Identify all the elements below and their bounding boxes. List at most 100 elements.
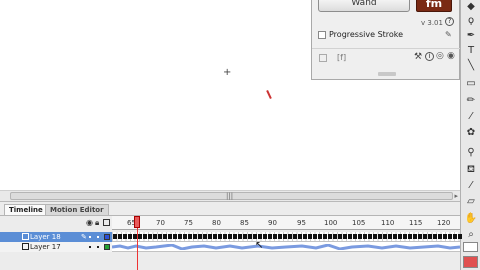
keyframe[interactable] xyxy=(138,234,142,239)
keyframe[interactable] xyxy=(188,234,192,239)
keyframe[interactable] xyxy=(388,234,392,239)
keyframe[interactable] xyxy=(163,234,167,239)
option-checkbox[interactable] xyxy=(319,54,327,62)
keyframe[interactable] xyxy=(278,234,282,239)
keyframe[interactable] xyxy=(128,234,132,239)
keyframe[interactable] xyxy=(263,234,267,239)
keyframe[interactable] xyxy=(288,234,292,239)
keyframe[interactable] xyxy=(313,234,317,239)
keyframe[interactable] xyxy=(198,234,202,239)
eyedropper-icon[interactable]: ⁄ xyxy=(462,179,480,193)
keyframe[interactable] xyxy=(423,234,427,239)
keyframe[interactable] xyxy=(353,234,357,239)
keyframe[interactable] xyxy=(283,234,287,239)
text-icon[interactable]: T xyxy=(462,44,480,58)
progressive-stroke-checkbox[interactable] xyxy=(318,31,326,39)
subselect-icon[interactable]: ◆ xyxy=(462,0,480,14)
keyframe[interactable] xyxy=(453,234,457,239)
tab-timeline[interactable]: Timeline xyxy=(4,204,48,215)
visibility-dot[interactable] xyxy=(89,246,91,248)
lock-dot[interactable] xyxy=(97,246,99,248)
line-icon[interactable]: ╲ xyxy=(462,59,480,73)
keyframe[interactable] xyxy=(248,234,252,239)
keyframe[interactable] xyxy=(323,234,327,239)
keyframe[interactable] xyxy=(238,234,242,239)
help-icon[interactable]: ? xyxy=(445,17,454,26)
eraser-icon[interactable]: ▱ xyxy=(462,195,480,209)
keyframe[interactable] xyxy=(368,234,372,239)
hand-icon[interactable]: ✋ xyxy=(462,212,480,226)
frame-track[interactable] xyxy=(112,232,462,242)
horizontal-scrollbar[interactable]: ||| ▸ xyxy=(0,190,460,201)
keyframe[interactable] xyxy=(458,234,462,239)
keyframe[interactable] xyxy=(208,234,212,239)
layer-color-box[interactable] xyxy=(104,244,110,250)
keyframe[interactable] xyxy=(383,234,387,239)
lock-icon[interactable]: 🔒︎ xyxy=(95,218,99,228)
keyframe[interactable] xyxy=(363,234,367,239)
settings-icon[interactable]: ◉ xyxy=(447,51,455,61)
bone-icon[interactable]: ⚲ xyxy=(462,146,480,160)
wand-button[interactable]: Wand xyxy=(318,0,410,12)
keyframe[interactable] xyxy=(418,234,422,239)
tab-motion-editor[interactable]: Motion Editor xyxy=(45,204,109,215)
frame-ruler[interactable]: 65 70 75 80 85 90 95 100 105 110 115 120 xyxy=(112,216,460,230)
keyframe[interactable] xyxy=(223,234,227,239)
keyframe[interactable] xyxy=(228,234,232,239)
keyframe[interactable] xyxy=(303,234,307,239)
pencil-icon[interactable]: ✏ xyxy=(462,94,480,108)
keyframe[interactable] xyxy=(203,234,207,239)
outline-icon[interactable] xyxy=(103,219,110,226)
keyframe[interactable] xyxy=(253,234,257,239)
keyframe[interactable] xyxy=(373,234,377,239)
playhead-marker[interactable] xyxy=(134,216,140,228)
keyframe[interactable] xyxy=(408,234,412,239)
keyframe[interactable] xyxy=(233,234,237,239)
keyframe[interactable] xyxy=(403,234,407,239)
deco-icon[interactable]: ✿ xyxy=(462,126,480,140)
keyframe[interactable] xyxy=(318,234,322,239)
layer-header-18[interactable]: Layer 18 ✎ xyxy=(0,232,112,242)
keyframe[interactable] xyxy=(393,234,397,239)
lasso-icon[interactable]: ϙ xyxy=(462,14,480,28)
keyframe[interactable] xyxy=(258,234,262,239)
keyframe[interactable] xyxy=(158,234,162,239)
keyframe[interactable] xyxy=(243,234,247,239)
keyframe[interactable] xyxy=(153,234,157,239)
wrench-icon[interactable]: ⚒ xyxy=(414,52,422,62)
keyframe[interactable] xyxy=(448,234,452,239)
keyframe[interactable] xyxy=(143,234,147,239)
keyframe[interactable] xyxy=(173,234,177,239)
keyframe[interactable] xyxy=(333,234,337,239)
keyframe[interactable] xyxy=(183,234,187,239)
lock-dot[interactable] xyxy=(97,236,99,238)
keyframe[interactable] xyxy=(338,234,342,239)
rectangle-icon[interactable]: ▭ xyxy=(462,77,480,91)
globe-icon[interactable]: ◎ xyxy=(436,51,444,61)
keyframe[interactable] xyxy=(358,234,362,239)
paint-bucket-icon[interactable]: ⛾ xyxy=(462,163,480,177)
info-icon[interactable]: i xyxy=(425,52,434,61)
eye-icon[interactable]: ◉ xyxy=(86,218,93,227)
keyframe[interactable] xyxy=(218,234,222,239)
panel-resize-handle[interactable] xyxy=(378,72,396,76)
pin-icon[interactable]: ✎ xyxy=(445,30,452,39)
keyframe[interactable] xyxy=(298,234,302,239)
scroll-right-arrow-icon[interactable]: ▸ xyxy=(454,192,458,200)
keyframe[interactable] xyxy=(193,234,197,239)
keyframe[interactable] xyxy=(293,234,297,239)
keyframe[interactable] xyxy=(343,234,347,239)
layer-row-18[interactable]: Layer 18 ✎ xyxy=(0,232,462,242)
visibility-dot[interactable] xyxy=(89,236,91,238)
scrollbar-thumb[interactable]: ||| xyxy=(10,192,453,200)
stroke-color-swatch[interactable] xyxy=(463,242,478,252)
pen-icon[interactable]: ✒ xyxy=(462,29,480,43)
brush-icon[interactable]: ⁄ xyxy=(462,110,480,124)
layer-header-17[interactable]: Layer 17 xyxy=(0,242,112,252)
keyframe[interactable] xyxy=(118,234,122,239)
keyframe[interactable] xyxy=(308,234,312,239)
keyframe[interactable] xyxy=(328,234,332,239)
keyframe[interactable] xyxy=(438,234,442,239)
keyframe[interactable] xyxy=(443,234,447,239)
layer-color-box[interactable] xyxy=(104,234,110,240)
